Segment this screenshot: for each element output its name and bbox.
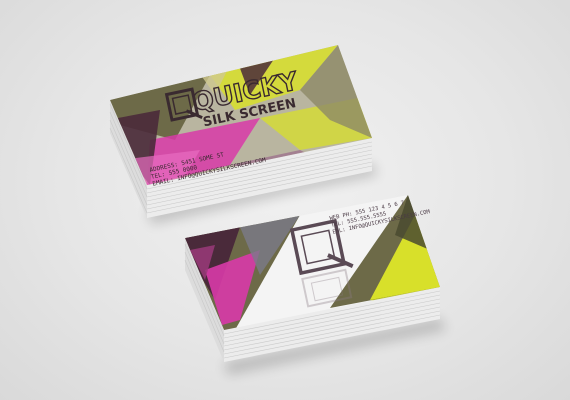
product-mockup-scene: QUICKY SILK SCREEN ADDRESS: 5451 SOME ST… (0, 0, 570, 400)
mockup-illustration: QUICKY SILK SCREEN ADDRESS: 5451 SOME ST… (109, 45, 446, 375)
front-card-stack: QUICKY SILK SCREEN ADDRESS: 5451 SOME ST… (109, 45, 378, 224)
